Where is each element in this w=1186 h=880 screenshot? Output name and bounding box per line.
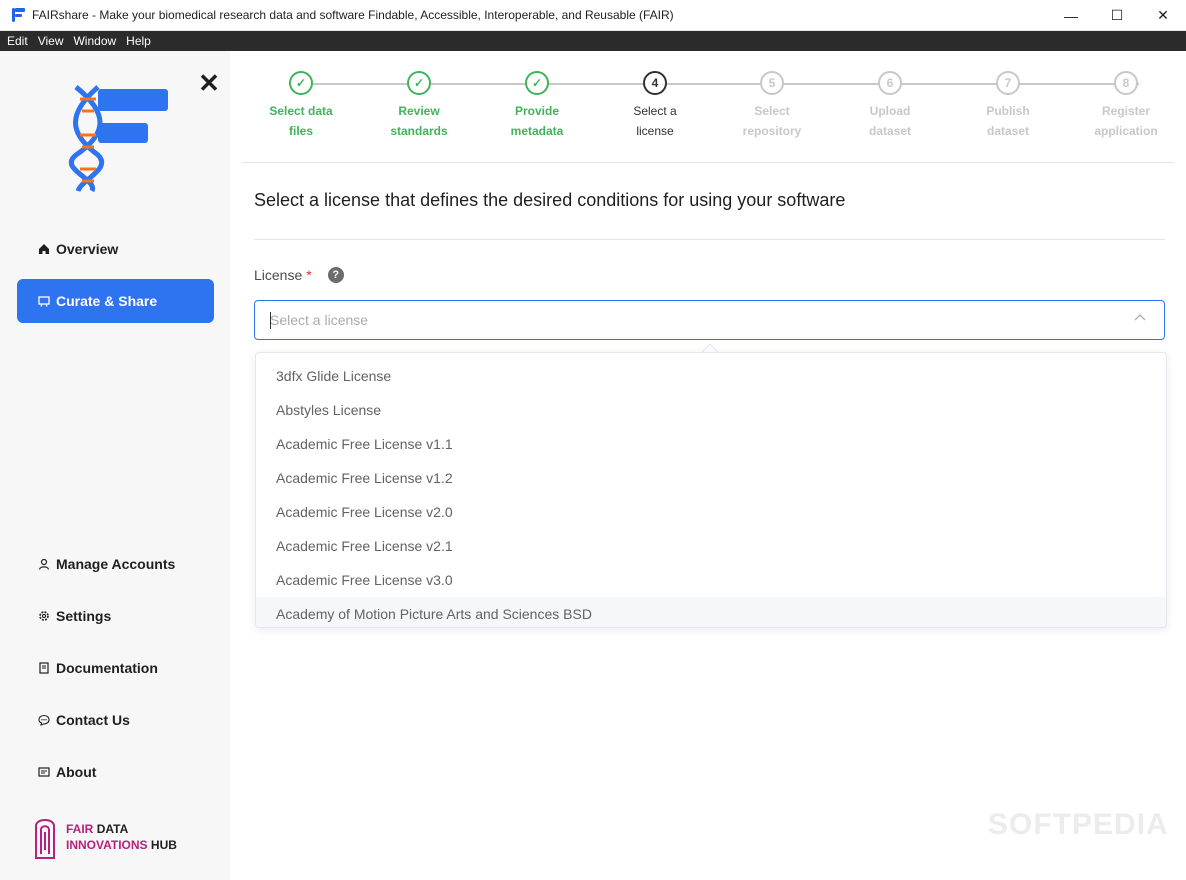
nav-manage-accounts[interactable]: Manage Accounts [17,542,214,586]
nav-contact-us-label: Contact Us [56,712,130,728]
menu-window[interactable]: Window [68,31,121,51]
step-register-application: 8 Register application [1076,71,1176,141]
chevron-up-icon [1134,312,1146,324]
gear-icon [37,609,51,623]
step-number-5: 5 [760,71,784,95]
sidebar: ✕ Overview Curate & Share Manage Account… [0,51,230,880]
help-icon[interactable]: ? [327,267,344,283]
nav-about[interactable]: About [17,750,214,794]
nav-about-label: About [56,764,97,780]
license-option[interactable]: Academic Free License v1.2 [256,461,1166,495]
close-sidebar-icon[interactable]: ✕ [198,70,220,96]
license-field-label: License * ? [254,267,344,283]
nav-curate-share[interactable]: Curate & Share [17,279,214,323]
title-bar: FAIRshare - Make your biomedical researc… [0,0,1186,31]
license-dropdown-list: 3dfx Glide License Abstyles License Acad… [255,352,1167,628]
nav-curate-share-label: Curate & Share [56,293,158,309]
info-icon [37,765,51,779]
fdi-word-fair: FAIR [66,822,94,836]
menu-edit[interactable]: Edit [2,31,33,51]
step-review-standards[interactable]: ✓ Review standards [369,71,469,141]
check-icon: ✓ [407,71,431,95]
fair-data-innovations-hub-logo: FAIR DATA INNOVATIONS HUB [32,814,177,860]
fairshare-app-icon [10,7,26,23]
step-select-data-files[interactable]: ✓ Select data files [251,71,351,141]
step-select-repository: 5 Select repository [722,71,822,141]
step-number-4: 4 [643,71,667,95]
main-content: ✓ Select data files ✓ Review standards ✓ P… [230,51,1186,880]
close-window-button[interactable]: ✕ [1140,0,1186,31]
page-heading: Select a license that defines the desire… [254,190,846,210]
license-option[interactable]: Academic Free License v1.1 [256,427,1166,461]
step-publish-dataset: 7 Publish dataset [958,71,1058,141]
license-select-placeholder: Select a license [270,312,369,328]
license-option[interactable]: 3dfx Glide License [256,359,1166,393]
maximize-button[interactable]: ☐ [1094,0,1140,31]
license-option[interactable]: Academic Free License v3.0 [256,563,1166,597]
user-icon [37,557,51,571]
window-controls: — ☐ ✕ [1048,0,1186,31]
nav-documentation-label: Documentation [56,660,158,676]
license-label-text: License [254,267,303,283]
step-number-8: 8 [1114,71,1138,95]
step-select-license[interactable]: 4 Select a license [605,71,705,141]
menu-bar: Edit View Window Help [0,31,1186,51]
license-option[interactable]: Academic Free License v2.0 [256,495,1166,529]
softpedia-watermark: SOFTPEDIA [988,808,1169,841]
license-option[interactable]: Academic Free License v2.1 [256,529,1166,563]
home-icon [37,242,51,256]
license-select[interactable]: Select a license [254,300,1165,340]
menu-view[interactable]: View [33,31,69,51]
curate-icon [37,294,51,308]
nav-settings[interactable]: Settings [17,594,214,638]
nav-overview[interactable]: Overview [17,227,214,271]
nav-overview-label: Overview [56,241,119,257]
check-icon: ✓ [525,71,549,95]
required-mark: * [306,267,312,283]
window-title: FAIRshare - Make your biomedical researc… [32,8,674,22]
fdi-hub-icon [35,819,55,859]
step-number-7: 7 [996,71,1020,95]
step-provide-metadata[interactable]: ✓ Provide metadata [487,71,587,141]
nav-documentation[interactable]: Documentation [17,646,214,690]
license-option-hovered[interactable]: Academy of Motion Picture Arts and Scien… [256,597,1166,627]
step-number-6: 6 [878,71,902,95]
nav-settings-label: Settings [56,608,112,624]
heading-divider [254,239,1165,240]
fdi-word-hub: HUB [150,838,177,852]
chat-icon [37,713,51,727]
progress-stepper: ✓ Select data files ✓ Review standards ✓ P… [242,51,1174,163]
text-caret [270,312,271,329]
fdi-word-data: DATA [96,822,129,836]
fairshare-logo [68,85,168,193]
step-upload-dataset: 6 Upload dataset [840,71,940,141]
check-icon: ✓ [289,71,313,95]
fdi-word-innovations: INNOVATIONS [66,838,148,852]
book-icon [37,661,51,675]
nav-manage-accounts-label: Manage Accounts [56,556,176,572]
license-option[interactable]: Abstyles License [256,393,1166,427]
nav-contact-us[interactable]: Contact Us [17,698,214,742]
minimize-button[interactable]: — [1048,0,1094,31]
menu-help[interactable]: Help [121,31,156,51]
